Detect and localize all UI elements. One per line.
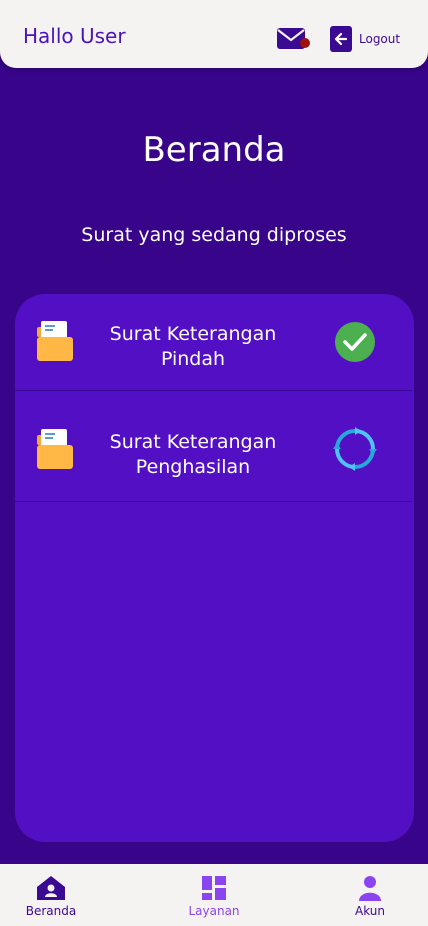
- nav-item-akun[interactable]: Akun: [330, 874, 410, 918]
- nav-label: Akun: [355, 904, 385, 918]
- letter-title: Surat Keterangan Pindah: [109, 323, 277, 370]
- letter-item[interactable]: Surat Keterangan Penghasilan: [15, 391, 412, 502]
- home-icon: [37, 876, 65, 900]
- folder-document-icon: [37, 429, 73, 469]
- nav-label: Beranda: [25, 904, 77, 918]
- loading-refresh-icon: [333, 427, 377, 471]
- arrow-left-icon: [330, 26, 352, 52]
- mail-icon: [277, 28, 310, 49]
- folder-document-icon: [37, 321, 73, 361]
- letters-card: Surat Keterangan Pindah Surat Keterangan…: [15, 294, 414, 842]
- letter-title: Surat Keterangan Penghasilan: [109, 431, 277, 478]
- letter-item[interactable]: Surat Keterangan Pindah: [15, 294, 412, 391]
- page-title: Beranda: [142, 130, 286, 170]
- mail-button[interactable]: [276, 26, 310, 52]
- greeting-text: Hallo User: [23, 24, 126, 48]
- grid-icon: [202, 876, 226, 900]
- top-app-bar: Hallo User Logout: [0, 0, 428, 68]
- bottom-navigation: Beranda Layanan Akun: [0, 864, 428, 926]
- logout-label: Logout: [359, 32, 401, 46]
- check-circle-icon: [335, 322, 375, 362]
- nav-item-layanan[interactable]: Layanan: [174, 874, 254, 918]
- user-icon: [359, 876, 381, 901]
- nav-label: Layanan: [188, 904, 240, 918]
- section-subtitle: Surat yang sedang diproses: [81, 224, 347, 246]
- nav-item-beranda[interactable]: Beranda: [11, 874, 91, 918]
- logout-button[interactable]: Logout: [330, 26, 400, 52]
